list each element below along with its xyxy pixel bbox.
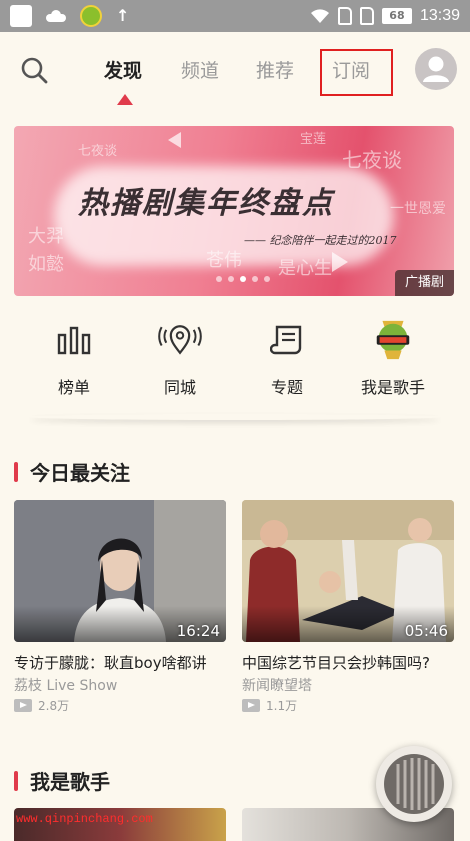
singer-logo-icon — [371, 318, 415, 362]
tab-recommend[interactable]: 推荐 — [256, 56, 294, 83]
location-pin-icon — [158, 318, 202, 362]
category-divider — [30, 414, 440, 420]
tab-channels[interactable]: 频道 — [181, 56, 219, 83]
category-label: 同城 — [163, 378, 196, 397]
clock: 13:39 — [419, 7, 460, 24]
banner-triangle-decoration — [168, 132, 181, 148]
banner-triangle-decoration — [332, 252, 348, 272]
cloud-icon — [46, 10, 66, 22]
category-topics[interactable]: 专题 — [237, 318, 337, 398]
app-notification-icon — [80, 5, 102, 27]
video-stats: 2.8万 — [14, 697, 226, 714]
play-count-icon — [242, 699, 260, 712]
bar-chart-icon — [52, 318, 96, 362]
banner-faint-text: 七夜谈 — [342, 148, 402, 172]
video-duration: 16:24 — [176, 622, 220, 640]
banner-category-tag: 广播剧 — [394, 270, 454, 296]
section-header-singer: 我是歌手 — [14, 766, 110, 795]
category-label: 榜单 — [57, 378, 90, 397]
tab-discover[interactable]: 发现 — [104, 56, 142, 83]
speaker-grille-icon — [384, 754, 444, 814]
sim-card-icon — [337, 7, 352, 25]
video-duration: 05:46 — [404, 622, 448, 640]
video-title[interactable]: 专访于朦胧：耿直boy啥都讲 — [14, 652, 226, 673]
top-navigation: 发现 频道 推荐 订阅 — [0, 32, 470, 112]
wifi-icon — [310, 9, 329, 23]
scroll-icon — [265, 318, 309, 362]
user-avatar-icon[interactable] — [415, 48, 457, 90]
section-accent-bar — [14, 461, 18, 482]
banner-faint-text: 如懿 — [28, 254, 64, 275]
play-count: 2.8万 — [38, 699, 70, 713]
category-singer[interactable]: 我是歌手 — [343, 318, 443, 398]
banner-faint-text: 宝莲 — [300, 132, 327, 147]
promo-banner[interactable]: 七夜谈 宝莲 七夜谈 一世恩爱 大羿 如懿 苍伟 是心生 热播剧集年终盘点 ——… — [14, 126, 454, 296]
pagination-dot — [228, 276, 234, 282]
watermark: www.qinpinchang.com — [16, 812, 153, 826]
play-count: 1.1万 — [266, 699, 298, 713]
category-shortcuts: 榜单 同城 专题 我是歌手 — [0, 318, 470, 418]
video-thumbnail[interactable]: 05:46 — [242, 500, 454, 642]
category-local[interactable]: 同城 — [130, 318, 230, 398]
banner-title: 热播剧集年终盘点 — [78, 186, 334, 221]
section-header-today: 今日最关注 — [14, 457, 130, 486]
video-thumbnail[interactable]: 16:24 — [14, 500, 226, 642]
banner-faint-text: 苍伟 — [206, 250, 242, 271]
search-icon[interactable] — [20, 56, 48, 84]
play-count-icon — [14, 699, 32, 712]
section-title: 今日最关注 — [30, 461, 130, 485]
video-card[interactable]: 05:46 中国综艺节目只会抄韩国吗? 新闻瞭望塔 1.1万 — [242, 500, 454, 714]
banner-pagination — [216, 276, 270, 282]
sim-card-2-icon — [359, 7, 374, 25]
active-tab-indicator — [117, 94, 133, 105]
section-accent-bar — [14, 770, 18, 791]
video-title[interactable]: 中国综艺节目只会抄韩国吗? — [242, 652, 454, 673]
upload-arrow-icon: ↑ — [116, 6, 130, 25]
video-card[interactable]: 16:24 专访于朦胧：耿直boy啥都讲 荔枝 Live Show 2.8万 — [14, 500, 226, 714]
pagination-dot-active — [240, 276, 246, 282]
video-source[interactable]: 新闻瞭望塔 — [242, 675, 454, 695]
category-label: 我是歌手 — [360, 378, 425, 397]
category-charts[interactable]: 榜单 — [24, 318, 124, 398]
pagination-dot — [252, 276, 258, 282]
video-stats: 1.1万 — [242, 697, 454, 714]
category-label: 专题 — [270, 378, 303, 397]
notification-square-icon — [10, 5, 32, 27]
pagination-dot — [264, 276, 270, 282]
video-source[interactable]: 荔枝 Live Show — [14, 675, 226, 695]
status-bar-right: 68 13:39 — [310, 4, 460, 28]
floating-player-button[interactable] — [376, 746, 452, 822]
pagination-dot — [216, 276, 222, 282]
status-bar: ↑ 68 13:39 — [0, 0, 470, 32]
banner-subtitle: —— 纪念陪伴一起走过的2017 — [244, 234, 397, 247]
subscribe-tab-highlight — [320, 49, 393, 96]
person-silhouette-icon — [423, 56, 449, 82]
banner-faint-text: 大羿 — [28, 226, 64, 247]
banner-faint-text: 是心生 — [278, 258, 332, 279]
status-bar-left: ↑ — [10, 5, 129, 27]
battery-indicator: 68 — [381, 8, 412, 24]
section-title: 我是歌手 — [30, 770, 110, 794]
banner-faint-text: 七夜谈 — [78, 144, 118, 159]
banner-faint-text: 一世恩爱 — [390, 201, 446, 217]
